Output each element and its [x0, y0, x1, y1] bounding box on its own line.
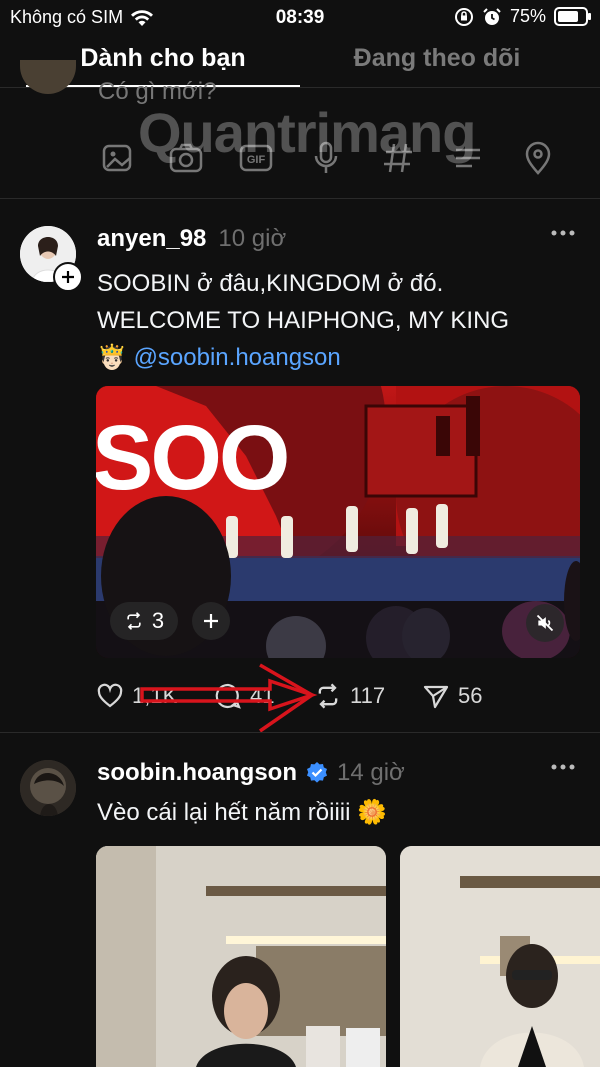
orientation-lock-icon	[454, 7, 473, 26]
post2-emoji: 🌼	[357, 799, 388, 826]
repost-icon	[127, 612, 141, 630]
post-divider	[0, 732, 600, 733]
repost-button[interactable]: 117	[314, 680, 385, 712]
more-icon	[551, 230, 575, 236]
post1-line2: WELCOME TO HAIPHONG, MY KING	[97, 307, 510, 334]
post2-caption: Vèo cái lại hết năm rồiiii	[97, 799, 351, 826]
tab-following[interactable]: Đang theo dõi	[300, 44, 574, 73]
post1-text: SOOBIN ở đâu,KINGDOM ở đó. WELCOME TO HA…	[97, 265, 577, 376]
video-repost-count: 3	[151, 608, 165, 633]
follow-plus-button[interactable]	[53, 262, 83, 292]
verified-badge-icon	[306, 762, 327, 783]
repost-count: 117	[350, 683, 386, 708]
post1-line3: 🤴🏻 @soobin.hoangson	[97, 339, 577, 376]
more-icon	[551, 764, 575, 770]
photo-image	[96, 846, 386, 1067]
watermark: Quantrimang	[138, 100, 476, 165]
post1-more-button[interactable]	[550, 228, 576, 238]
video-add-button[interactable]	[192, 602, 230, 640]
post2-header: soobin.hoangson 14 giờ	[97, 759, 405, 787]
muted-speaker-icon	[536, 614, 554, 632]
watermark-text: Quantrimang	[138, 101, 476, 164]
post2-more-button[interactable]	[550, 762, 576, 772]
share-count: 56	[458, 683, 483, 708]
post1-video[interactable]: SOO 3	[96, 386, 580, 658]
plus-icon	[62, 271, 74, 283]
post1-line1: SOOBIN ở đâu,KINGDOM ở đó.	[97, 270, 444, 297]
stage-sign-text: SOO	[96, 407, 290, 509]
my-avatar[interactable]	[20, 60, 76, 94]
post1-mention[interactable]: @soobin.hoangson	[134, 344, 341, 371]
post1-header: anyen_98 10 giờ	[97, 225, 286, 253]
mute-button[interactable]	[526, 604, 564, 642]
post2-photo-1[interactable]	[96, 846, 386, 1067]
heart-icon	[97, 683, 123, 708]
battery-percent: 75%	[509, 6, 546, 26]
post1-emoji: 🤴🏻	[97, 344, 127, 371]
post2-avatar[interactable]	[20, 760, 76, 816]
share-button[interactable]: 56	[422, 680, 482, 712]
image-icon[interactable]	[100, 140, 136, 176]
status-right: 75%	[454, 6, 591, 27]
post2-time: 14 giờ	[336, 759, 405, 786]
post-divider	[0, 198, 600, 199]
plus-icon	[204, 614, 218, 628]
post2-photo-2[interactable]	[400, 846, 600, 1067]
photo-image	[400, 846, 600, 1067]
status-bar: Không có SIM 08:39 75%	[0, 0, 600, 36]
send-icon	[423, 685, 449, 709]
post1-time: 10 giờ	[218, 225, 287, 252]
post2-username[interactable]: soobin.hoangson	[97, 759, 297, 787]
video-repost-pill[interactable]: 3	[110, 602, 178, 640]
location-icon[interactable]	[520, 140, 556, 176]
alarm-icon	[483, 7, 501, 25]
annotation-arrow-icon	[140, 663, 318, 733]
post2-text: Vèo cái lại hết năm rồiiii 🌼	[97, 794, 387, 831]
battery-icon	[554, 7, 591, 26]
tab-bar-divider	[0, 87, 600, 88]
post1-username[interactable]: anyen_98	[97, 225, 206, 253]
